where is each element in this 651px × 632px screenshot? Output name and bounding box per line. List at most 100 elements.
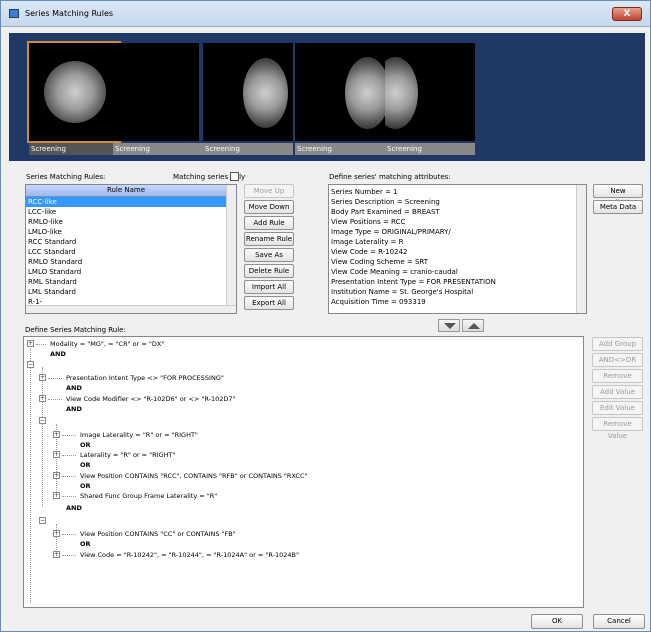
- tree-node-or[interactable]: OR: [80, 482, 91, 490]
- move-down-button[interactable]: Move Down: [244, 200, 294, 214]
- thumbnail-5[interactable]: [385, 43, 475, 141]
- thumbnail-2[interactable]: [109, 43, 199, 141]
- add-rule-button[interactable]: Add Rule: [244, 216, 294, 230]
- rule-list-item[interactable]: LCC-like: [26, 207, 236, 217]
- attribute-list-item[interactable]: View Code Meaning = cranio-caudal: [329, 267, 586, 277]
- close-button[interactable]: X: [612, 7, 642, 21]
- tree-node-view-code[interactable]: View Code = "R-10242", = "R-10244", = "R…: [80, 551, 299, 559]
- tree-node-view-position[interactable]: View Position CONTAINS "RCC", CONTAINS "…: [80, 472, 307, 480]
- attribute-list-item[interactable]: Body Part Examined = BREAST: [329, 207, 586, 217]
- rule-list-item[interactable]: LMLO-like: [26, 227, 236, 237]
- rule-tree[interactable]: + Modality = "MG", = "CR" or = "DX" AND …: [23, 336, 584, 608]
- expand-icon[interactable]: +: [39, 374, 46, 381]
- rules-list-vscroll[interactable]: [226, 185, 236, 305]
- tree-line: [42, 367, 43, 507]
- tree-node-and[interactable]: AND: [66, 384, 82, 392]
- add-value-button[interactable]: Add Value: [592, 385, 643, 399]
- matching-only-checkbox[interactable]: [230, 172, 239, 181]
- cancel-button[interactable]: Cancel: [593, 614, 645, 629]
- tree-node-and[interactable]: AND: [66, 405, 82, 413]
- rule-list-item[interactable]: LMLO Standard: [26, 267, 236, 277]
- tree-node-presentation-intent[interactable]: Presentation Intent Type <> "FOR PROCESS…: [66, 374, 224, 382]
- tree-node-or[interactable]: OR: [80, 441, 91, 449]
- meta-data-button[interactable]: Meta Data: [593, 200, 643, 214]
- tree-line: [62, 455, 76, 456]
- attribute-list-item[interactable]: Acquisition Time = 093319: [329, 297, 586, 307]
- move-attribute-up-button[interactable]: [462, 319, 484, 332]
- remove-group-button[interactable]: Remove Group: [592, 369, 643, 392]
- move-up-button[interactable]: Move Up: [244, 184, 294, 198]
- and-or-button[interactable]: AND<>OR: [592, 353, 643, 367]
- rule-list-item[interactable]: RML Standard: [26, 277, 236, 287]
- tree-line: [48, 399, 62, 400]
- collapse-icon[interactable]: −: [39, 517, 46, 524]
- tree-node-view-code-modifier[interactable]: View Code Modifier <> "R-102D6" or <> "R…: [66, 395, 236, 403]
- rule-list-item[interactable]: RMLO Standard: [26, 257, 236, 267]
- attribute-list-item[interactable]: Series Description = Screening: [329, 197, 586, 207]
- attribute-list-item[interactable]: View Coding Scheme = SRT: [329, 257, 586, 267]
- arrow-up-icon: [468, 323, 480, 329]
- attribute-list-item[interactable]: Presentation Intent Type = FOR PRESENTAT…: [329, 277, 586, 287]
- expand-icon[interactable]: +: [53, 492, 60, 499]
- rule-list-item[interactable]: LCC Standard: [26, 247, 236, 257]
- thumbnail-label: Screening: [203, 143, 293, 155]
- series-matching-rules-dialog: Series Matching Rules X Screening Screen…: [0, 0, 651, 632]
- rule-list-item[interactable]: RCC-like: [26, 197, 236, 207]
- tree-node-shared-func-group[interactable]: Shared Func Group Frame Laterality = "R": [80, 492, 217, 500]
- import-all-button[interactable]: Import All: [244, 280, 294, 294]
- expand-icon[interactable]: +: [53, 431, 60, 438]
- tree-line: [62, 534, 76, 535]
- tree-node-laterality[interactable]: Laterality = "R" or = "RIGHT": [80, 451, 176, 459]
- tree-node-or[interactable]: OR: [80, 540, 91, 548]
- tree-node-image-laterality[interactable]: Image Laterality = "R" or = "RIGHT": [80, 431, 198, 439]
- thumbnail-label: Screening: [113, 143, 203, 155]
- expand-icon[interactable]: +: [53, 451, 60, 458]
- thumbnail-label: Screening: [385, 143, 475, 155]
- tree-node-view-position-cc[interactable]: View Position CONTAINS "CC" or CONTAINS …: [80, 530, 236, 538]
- tree-node-modality[interactable]: Modality = "MG", = "CR" or = "DX": [50, 340, 164, 348]
- tree-line: [62, 476, 76, 477]
- rule-list-item[interactable]: RMLO-like: [26, 217, 236, 227]
- save-as-button[interactable]: Save As: [244, 248, 294, 262]
- attribute-list-item[interactable]: View Code = R-10242: [329, 247, 586, 257]
- tree-node-or[interactable]: OR: [80, 461, 91, 469]
- ok-button[interactable]: OK: [531, 614, 583, 629]
- tree-node-and[interactable]: AND: [66, 504, 82, 512]
- attributes-list[interactable]: Series Number = 1 Series Description = Sc…: [328, 184, 587, 314]
- export-all-button[interactable]: Export All: [244, 296, 294, 310]
- attribute-list-item[interactable]: Institution Name = St. George's Hospital: [329, 287, 586, 297]
- thumbnail-1[interactable]: [27, 41, 121, 143]
- expand-icon[interactable]: +: [39, 395, 46, 402]
- tree-node-and[interactable]: AND: [50, 350, 66, 358]
- expand-icon[interactable]: +: [53, 472, 60, 479]
- add-group-button[interactable]: Add Group: [592, 337, 643, 351]
- thumbnail-3[interactable]: [203, 43, 293, 141]
- rename-rule-button[interactable]: Rename Rule: [244, 232, 294, 246]
- edit-value-button[interactable]: Edit Value: [592, 401, 643, 415]
- attribute-list-item[interactable]: View Positions = RCC: [329, 217, 586, 227]
- rule-name-column-header[interactable]: Rule Name: [26, 185, 226, 197]
- expand-icon[interactable]: +: [27, 340, 34, 347]
- delete-rule-button[interactable]: Delete Rule: [244, 264, 294, 278]
- tree-line: [30, 345, 31, 603]
- attributes-list-items: Series Number = 1 Series Description = Sc…: [329, 185, 586, 307]
- attribute-list-item[interactable]: Image Type = ORIGINAL/PRIMARY/: [329, 227, 586, 237]
- attribute-list-item[interactable]: Series Number = 1: [329, 187, 586, 197]
- attribute-list-item[interactable]: Image Laterality = R: [329, 237, 586, 247]
- move-attribute-down-button[interactable]: [438, 319, 460, 332]
- define-rule-label: Define Series Matching Rule:: [25, 326, 126, 334]
- app-icon: [9, 9, 19, 18]
- expand-icon[interactable]: +: [53, 530, 60, 537]
- collapse-icon[interactable]: −: [39, 417, 46, 424]
- attributes-list-vscroll[interactable]: [576, 185, 586, 313]
- rules-list[interactable]: Rule Name RCC-like LCC-like RMLO-like LMLO-…: [25, 184, 237, 314]
- rules-list-hscroll[interactable]: [26, 305, 236, 313]
- rule-list-item[interactable]: LML Standard: [26, 287, 236, 297]
- thumbnail-4[interactable]: [295, 43, 385, 141]
- expand-icon[interactable]: +: [53, 551, 60, 558]
- thumbnail-label: Screening: [29, 143, 119, 155]
- rule-list-item[interactable]: RCC Standard: [26, 237, 236, 247]
- remove-value-button[interactable]: Remove Value: [592, 417, 643, 440]
- collapse-icon[interactable]: −: [27, 361, 34, 368]
- new-attribute-button[interactable]: New Attribute: [593, 184, 643, 207]
